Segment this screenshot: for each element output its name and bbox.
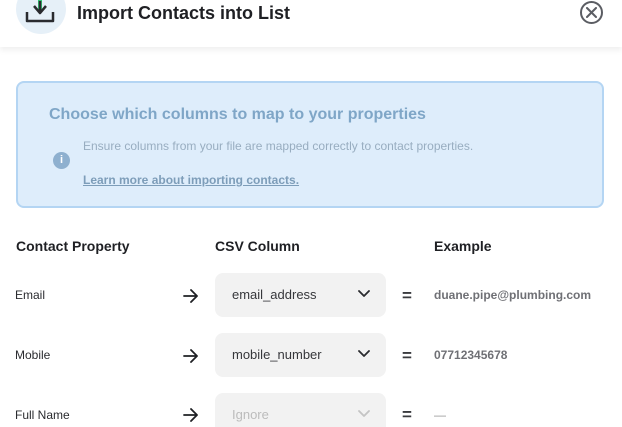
- column-header-csv-column: CSV Column: [215, 238, 300, 254]
- close-button[interactable]: [580, 1, 603, 24]
- chevron-down-icon: [358, 410, 370, 417]
- csv-column-select-mobile[interactable]: mobile_number: [215, 333, 386, 377]
- dialog-header: Import Contacts into List: [0, 0, 622, 47]
- example-value-full-name: —: [434, 408, 446, 422]
- equals-sign: =: [402, 405, 412, 424]
- property-label-full-name: Full Name: [15, 408, 70, 422]
- info-panel: Choose which columns to map to your prop…: [16, 81, 604, 208]
- property-label-mobile: Mobile: [15, 348, 51, 362]
- csv-column-value: Ignore: [232, 407, 269, 422]
- arrow-right-icon: [183, 349, 198, 363]
- arrow-right-icon: [183, 408, 198, 422]
- download-icon: [16, 0, 66, 34]
- csv-column-select-email[interactable]: email_address: [215, 273, 386, 317]
- example-value-mobile: 07712345678: [434, 348, 508, 362]
- column-header-example: Example: [434, 238, 492, 254]
- equals-sign: =: [402, 346, 412, 365]
- example-value-email: duane.pipe@plumbing.com: [434, 288, 592, 302]
- learn-more-link[interactable]: Learn more about importing contacts.: [83, 172, 299, 188]
- property-label-email: Email: [15, 288, 46, 302]
- chevron-down-icon: [358, 290, 370, 297]
- info-icon: i: [53, 152, 70, 169]
- equals-sign: =: [402, 286, 412, 305]
- column-header-contact-property: Contact Property: [16, 238, 130, 254]
- chevron-down-icon: [358, 350, 370, 357]
- close-icon: [586, 7, 597, 18]
- arrow-right-icon: [183, 289, 198, 303]
- csv-column-value: email_address: [232, 287, 317, 302]
- csv-column-value: mobile_number: [232, 347, 322, 362]
- csv-column-select-full-name[interactable]: Ignore: [215, 393, 386, 427]
- info-title: Choose which columns to map to your prop…: [49, 106, 426, 123]
- info-text: Ensure columns from your file are mapped…: [83, 139, 474, 153]
- dialog-title: Import Contacts into List: [77, 3, 290, 23]
